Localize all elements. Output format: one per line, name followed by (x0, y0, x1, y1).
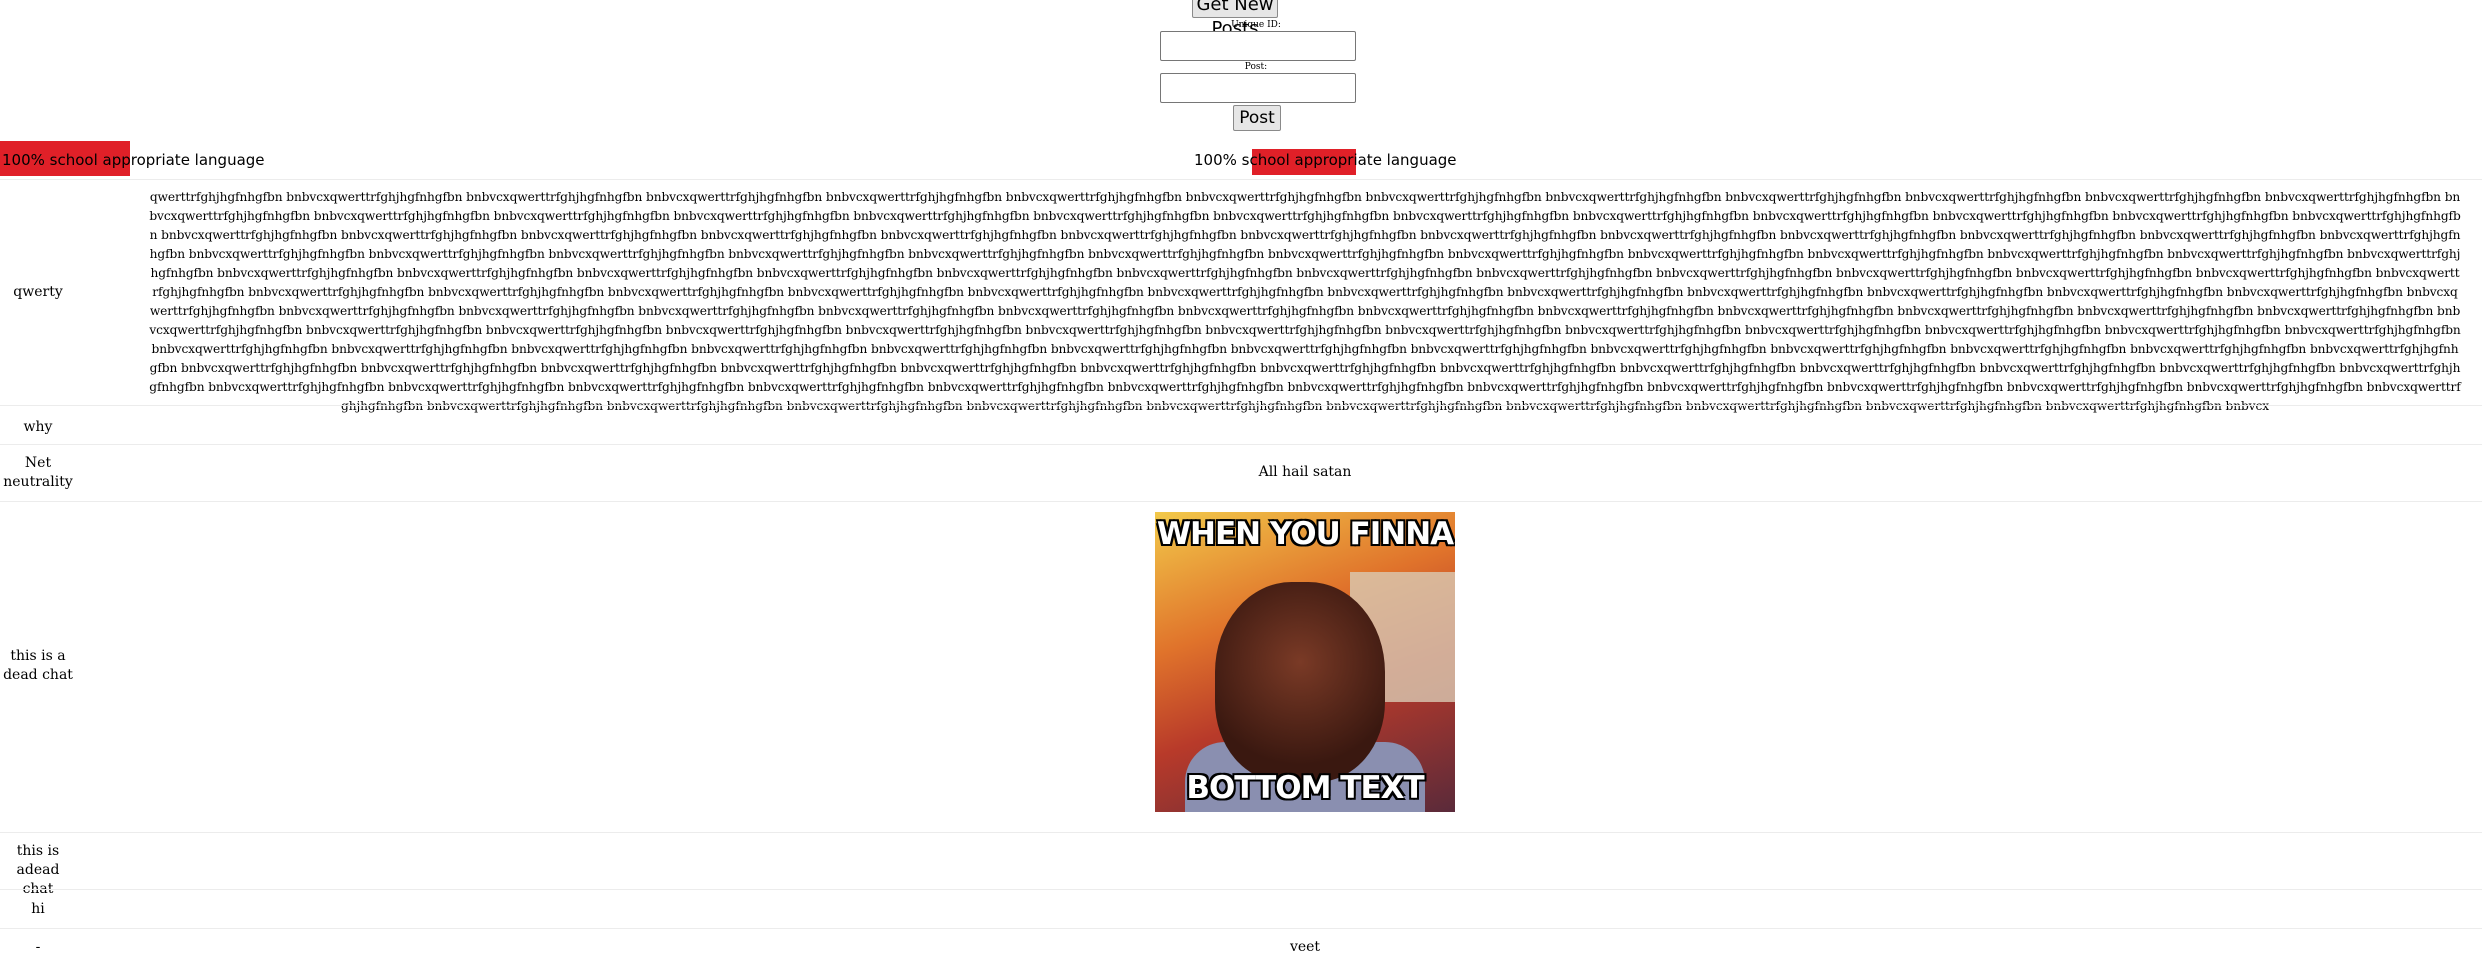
post-id: Net neutrality (3, 455, 73, 490)
post-button[interactable]: Post (1233, 105, 1281, 131)
post-body: veet (1289, 939, 1321, 955)
unique-id-input[interactable] (1160, 31, 1356, 61)
post-row: Net neutrality All hail satan (0, 444, 2482, 501)
meme-bottom-text: BOTTOM TEXT (1186, 770, 1424, 806)
get-new-posts-button[interactable]: Get New Posts (1192, 0, 1278, 39)
banner-text-center: 100% school appropriate language (1194, 151, 1457, 169)
meme-top-text: WHEN YOU FINNA (1156, 516, 1454, 552)
post-body: qwerttrfghjhgfnhgfbn bnbvcxqwerttrfghjhg… (149, 190, 2461, 413)
post-body: All hail satan (1258, 464, 1352, 480)
post-row: - veet (0, 928, 2482, 955)
post-id: qwerty (13, 284, 63, 300)
meme-face (1215, 582, 1385, 782)
post-id: this is a dead chat (3, 648, 73, 683)
post-row: this is adead chat (0, 832, 2482, 897)
banner-text-left: 100% school appropriate language (2, 151, 265, 169)
post-id: - (35, 939, 41, 955)
post-id: hi (31, 901, 45, 917)
post-row: qwerty qwerttrfghjhgfnhgfbn bnbvcxqwertt… (0, 179, 2482, 413)
post-row: why (0, 405, 2482, 444)
unique-id-label: Unique ID: (1231, 20, 1281, 30)
post-label: Post: (1244, 62, 1268, 72)
post-row: hi (0, 889, 2482, 928)
meme-image: WHEN YOU FINNA BOTTOM TEXT (1155, 512, 1455, 812)
post-id: why (23, 419, 53, 435)
post-input[interactable] (1160, 73, 1356, 103)
